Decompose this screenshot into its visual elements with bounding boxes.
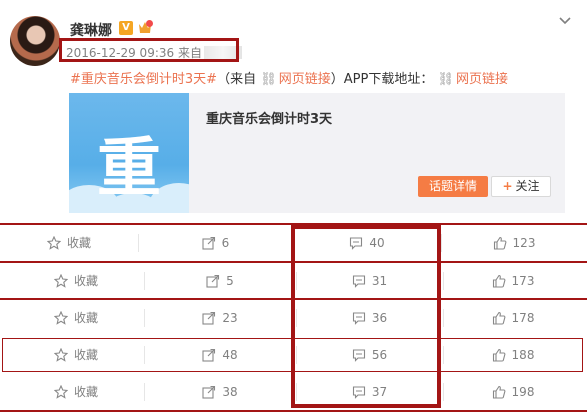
- like-button[interactable]: 123: [441, 224, 587, 261]
- favorite-count: 收藏: [73, 274, 98, 288]
- weibo-post-card: 龚琳娜 V 2016-12-29 09:36 来自 #重庆音乐会倒计时3天#（来…: [0, 0, 587, 412]
- thumbs-up-icon: [492, 385, 512, 399]
- forward-button[interactable]: 5: [144, 262, 296, 299]
- topic-card[interactable]: 重 重庆音乐会倒计时3天 话题详情 + 关注: [69, 93, 565, 213]
- like-count: 173: [511, 273, 535, 288]
- web-link-1[interactable]: 网页链接: [279, 72, 331, 87]
- forward-count: 5: [226, 273, 234, 288]
- forward-button[interactable]: 23: [144, 299, 296, 336]
- text-paren-open: （来自: [217, 72, 257, 87]
- vip-dot: [146, 20, 153, 27]
- timestamp-highlight-box: [59, 38, 239, 62]
- star-icon: [53, 310, 74, 325]
- forward-count: 23: [222, 310, 238, 325]
- forward-count: 6: [221, 235, 230, 250]
- favorite-button[interactable]: 收藏: [8, 299, 144, 336]
- row-highlight-box: [2, 338, 583, 372]
- divider: [144, 383, 145, 401]
- divider: [443, 309, 444, 327]
- divider: [443, 383, 444, 401]
- favorite-button[interactable]: 收藏: [0, 224, 138, 261]
- like-count: 198: [511, 384, 535, 399]
- post-text: #重庆音乐会倒计时3天#（来自 ⛓ 网页链接）APP下载地址： ⛓ 网页链接: [70, 68, 508, 87]
- forward-icon: [202, 236, 222, 250]
- thumbs-up-icon: [493, 236, 513, 250]
- divider: [443, 272, 444, 290]
- divider: [138, 234, 139, 252]
- like-count: 178: [511, 310, 535, 325]
- star-icon: [53, 384, 74, 399]
- favorite-count: 收藏: [66, 236, 91, 250]
- topic-thumbnail[interactable]: 重: [69, 93, 189, 213]
- avatar[interactable]: [10, 16, 60, 66]
- star-icon: [53, 273, 74, 288]
- web-link-2[interactable]: 网页链接: [456, 72, 508, 87]
- author-name[interactable]: 龚琳娜: [70, 20, 112, 40]
- forward-count: 38: [222, 384, 238, 399]
- follow-label: 关注: [515, 179, 540, 193]
- follow-button[interactable]: + 关注: [491, 176, 551, 197]
- thumbs-up-icon: [492, 274, 512, 288]
- like-button[interactable]: 178: [443, 299, 583, 336]
- verified-badge: V: [119, 21, 133, 35]
- forward-button[interactable]: 6: [138, 224, 293, 261]
- plus-icon: +: [502, 179, 513, 193]
- divider: [144, 272, 145, 290]
- divider: [144, 309, 145, 327]
- divider: [441, 234, 442, 252]
- favorite-count: 收藏: [73, 311, 98, 325]
- like-button[interactable]: 198: [443, 373, 583, 410]
- like-count: 123: [512, 235, 536, 250]
- favorite-count: 收藏: [73, 385, 98, 399]
- forward-icon: [206, 274, 226, 288]
- topic-title[interactable]: 重庆音乐会倒计时3天: [206, 108, 332, 127]
- link-icon: ⛓: [437, 72, 454, 87]
- star-icon: [46, 235, 67, 250]
- link-icon: ⛓: [260, 72, 277, 87]
- text-middle: ）APP下载地址：: [330, 72, 434, 87]
- forward-icon: [202, 385, 222, 399]
- like-button[interactable]: 173: [443, 262, 583, 299]
- thumbs-up-icon: [492, 311, 512, 325]
- topic-detail-button[interactable]: 话题详情: [418, 176, 488, 197]
- favorite-button[interactable]: 收藏: [8, 373, 144, 410]
- forward-icon: [202, 311, 222, 325]
- comment-column-highlight-box: [291, 225, 441, 408]
- hashtag-link[interactable]: #重庆音乐会倒计时3天#: [70, 72, 217, 87]
- forward-button[interactable]: 38: [144, 373, 296, 410]
- chevron-down-icon[interactable]: [558, 14, 572, 28]
- thumb-character: 重: [97, 131, 161, 206]
- favorite-button[interactable]: 收藏: [8, 262, 144, 299]
